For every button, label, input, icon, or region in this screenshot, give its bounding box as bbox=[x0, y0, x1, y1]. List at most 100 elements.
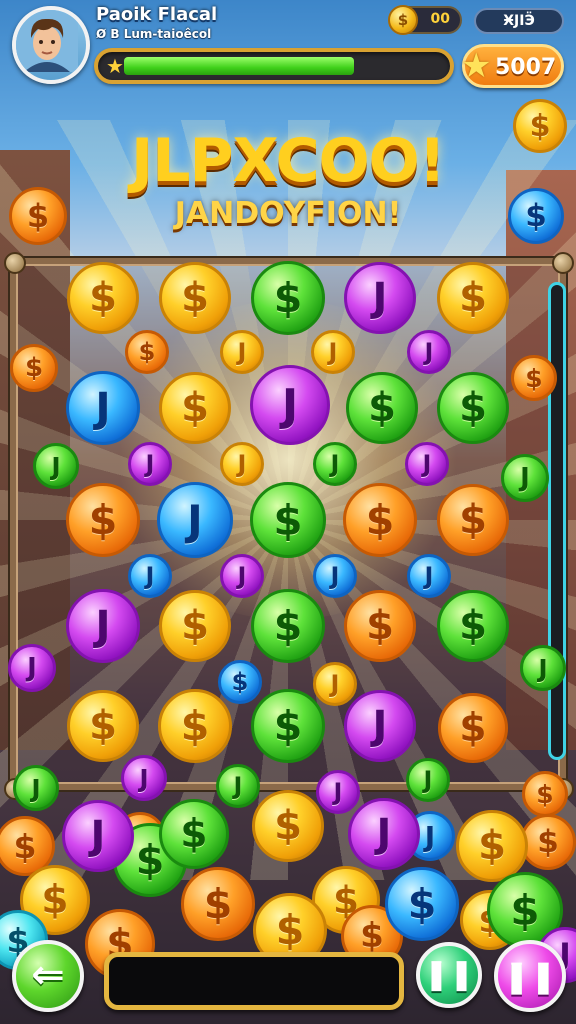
coin-purple[interactable]: J bbox=[344, 262, 416, 334]
j-glyph-icon: J bbox=[330, 450, 340, 478]
dollar-sign-icon: $ bbox=[274, 803, 302, 849]
coin-purple[interactable]: J bbox=[128, 442, 172, 486]
coin-gold[interactable]: J bbox=[313, 662, 357, 706]
coin-gold[interactable]: $ bbox=[67, 262, 139, 334]
coin-purple[interactable]: J bbox=[8, 644, 56, 692]
dollar-sign-icon: $ bbox=[275, 906, 305, 954]
j-glyph-icon: J bbox=[422, 450, 432, 478]
coin-green[interactable]: J bbox=[313, 442, 357, 486]
dollar-sign-icon: $ bbox=[181, 603, 209, 649]
coin-orange[interactable]: $ bbox=[520, 814, 576, 870]
dollar-sign-icon: $ bbox=[13, 826, 37, 866]
progress-star-icon: ★ bbox=[106, 54, 124, 78]
pause-button-green[interactable]: ❚❚ bbox=[416, 942, 482, 1008]
dollar-sign-icon: $ bbox=[510, 885, 540, 935]
coin-gold[interactable]: $ bbox=[437, 262, 509, 334]
coin-green[interactable]: $ bbox=[250, 482, 326, 558]
coin-orange[interactable]: $ bbox=[10, 344, 58, 392]
coin-blue[interactable]: J bbox=[128, 554, 172, 598]
dollar-sign-icon: $ bbox=[525, 198, 547, 234]
j-glyph-icon: J bbox=[330, 562, 340, 590]
coin-gold[interactable]: $ bbox=[159, 262, 231, 334]
coin-counter[interactable]: $ 00 bbox=[388, 5, 462, 35]
coin-green[interactable]: $ bbox=[251, 689, 325, 763]
coin-purple[interactable]: J bbox=[316, 770, 360, 814]
coin-orange[interactable]: $ bbox=[522, 771, 568, 817]
j-glyph-icon: J bbox=[237, 338, 247, 366]
coin-blue[interactable]: $ bbox=[508, 188, 564, 244]
coin-orange[interactable]: $ bbox=[66, 483, 140, 557]
coin-blue[interactable]: $ bbox=[385, 867, 459, 941]
coin-blue[interactable]: J bbox=[407, 554, 451, 598]
coin-purple[interactable]: J bbox=[407, 330, 451, 374]
j-glyph-icon: J bbox=[51, 451, 61, 481]
j-glyph-icon: J bbox=[27, 653, 37, 683]
coin-gold[interactable]: $ bbox=[158, 689, 232, 763]
coin-green[interactable]: J bbox=[520, 645, 566, 691]
back-button[interactable]: ⇐ bbox=[12, 940, 84, 1012]
coin-gold[interactable]: $ bbox=[456, 810, 528, 882]
coin-green[interactable]: $ bbox=[251, 261, 325, 335]
frame-bolt bbox=[4, 252, 26, 274]
dollar-sign-icon: $ bbox=[41, 877, 69, 923]
j-glyph-icon: J bbox=[372, 703, 388, 749]
j-glyph-icon: J bbox=[95, 602, 111, 650]
j-glyph-icon: J bbox=[31, 773, 41, 803]
coin-blue[interactable]: J bbox=[157, 482, 233, 558]
coin-green[interactable]: $ bbox=[437, 590, 509, 662]
dollar-sign-icon: $ bbox=[525, 363, 543, 393]
coin-green[interactable]: J bbox=[216, 764, 260, 808]
coin-green[interactable]: J bbox=[406, 758, 450, 802]
coin-orange[interactable]: $ bbox=[438, 693, 508, 763]
coin-orange[interactable]: $ bbox=[343, 483, 417, 557]
coin-orange[interactable]: $ bbox=[437, 484, 509, 556]
dollar-sign-icon: $ bbox=[138, 338, 156, 366]
coin-orange[interactable]: $ bbox=[125, 330, 169, 374]
pause-button-pink[interactable]: ❚❚ bbox=[494, 940, 566, 1012]
coin-orange[interactable]: $ bbox=[181, 867, 255, 941]
coin-green[interactable]: $ bbox=[159, 799, 229, 869]
j-glyph-icon: J bbox=[520, 463, 530, 493]
coin-purple[interactable]: J bbox=[66, 589, 140, 663]
menu-button[interactable]: ӾЈӀӬ bbox=[474, 8, 564, 34]
dollar-sign-icon: $ bbox=[181, 385, 209, 431]
player-avatar[interactable] bbox=[12, 6, 90, 84]
j-glyph-icon: J bbox=[424, 819, 436, 853]
coin-green[interactable]: $ bbox=[346, 372, 418, 444]
coin-purple[interactable]: J bbox=[220, 554, 264, 598]
coin-green[interactable]: J bbox=[13, 765, 59, 811]
coin-green[interactable]: $ bbox=[251, 589, 325, 663]
coin-green[interactable]: J bbox=[501, 454, 549, 502]
score-badge: ★ 5007 bbox=[461, 44, 564, 88]
coin-blue[interactable]: J bbox=[313, 554, 357, 598]
message-bar bbox=[104, 952, 404, 1010]
coin-icon: $ bbox=[388, 5, 418, 35]
coin-blue[interactable]: J bbox=[66, 371, 140, 445]
coin-orange[interactable]: $ bbox=[511, 355, 557, 401]
coin-purple[interactable]: J bbox=[121, 755, 167, 801]
coin-gold[interactable]: J bbox=[220, 330, 264, 374]
coin-gold[interactable]: $ bbox=[252, 790, 324, 862]
coin-purple[interactable]: J bbox=[348, 798, 420, 870]
coin-gold[interactable]: $ bbox=[159, 372, 231, 444]
dollar-sign-icon: $ bbox=[181, 275, 209, 321]
coin-purple[interactable]: J bbox=[405, 442, 449, 486]
coin-purple[interactable]: J bbox=[250, 365, 330, 445]
j-glyph-icon: J bbox=[424, 338, 434, 366]
coin-gold[interactable]: $ bbox=[513, 99, 567, 153]
coin-gold[interactable]: J bbox=[311, 330, 355, 374]
coin-gold[interactable]: $ bbox=[159, 590, 231, 662]
progress-fill bbox=[124, 57, 354, 75]
coin-orange[interactable]: $ bbox=[9, 187, 67, 245]
player-name: Paoik Flacal bbox=[96, 4, 218, 25]
coin-gold[interactable]: J bbox=[220, 442, 264, 486]
coin-green[interactable]: $ bbox=[437, 372, 509, 444]
avatar-portrait bbox=[16, 10, 78, 72]
coin-green[interactable]: J bbox=[33, 443, 79, 489]
coin-orange[interactable]: $ bbox=[344, 590, 416, 662]
coin-purple[interactable]: J bbox=[62, 800, 134, 872]
coin-gold[interactable]: $ bbox=[67, 690, 139, 762]
dollar-sign-icon: $ bbox=[366, 603, 394, 649]
coin-blue[interactable]: $ bbox=[218, 660, 262, 704]
coin-purple[interactable]: J bbox=[344, 690, 416, 762]
